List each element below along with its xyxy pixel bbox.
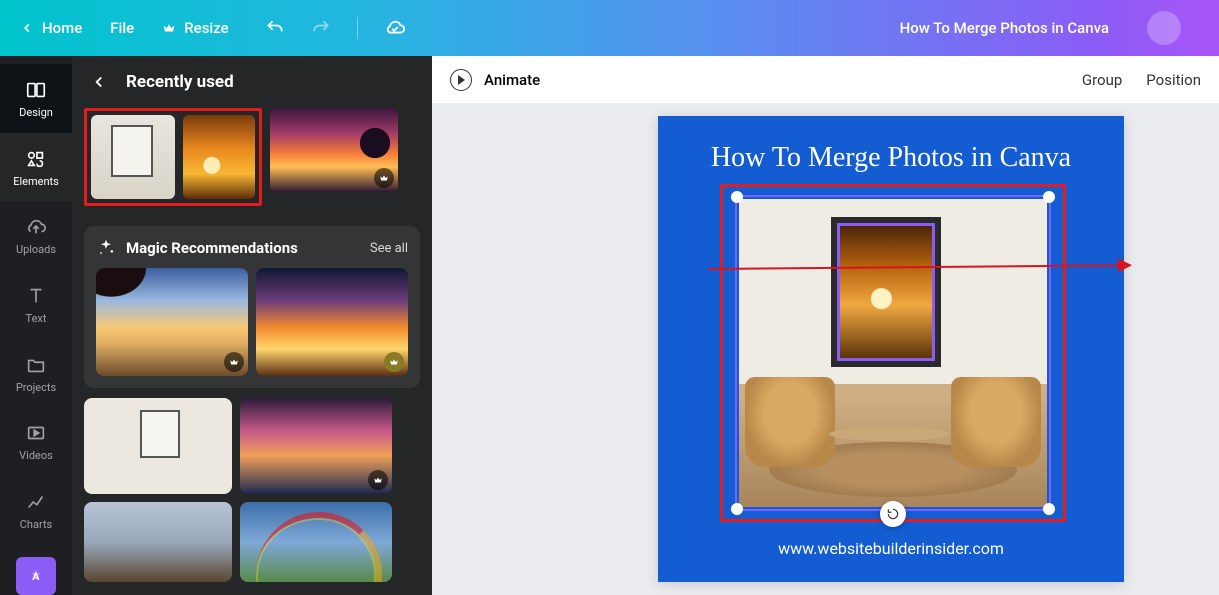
group-button[interactable]: Group [1082,71,1122,89]
home-button[interactable]: Home [20,19,82,37]
panel-back-button[interactable] [90,73,108,91]
top-bar: Home File Resize How To Merge Photos in … [0,0,1219,56]
selection-bounds[interactable] [735,195,1051,511]
nav-more[interactable]: A [16,557,56,595]
chair-graphic [745,377,835,467]
magic-title: Magic Recommendations [126,239,298,257]
nav-projects[interactable]: Projects [0,339,72,408]
undo-button[interactable] [265,18,285,38]
see-all-link[interactable]: See all [370,241,408,256]
svg-text:A: A [32,570,40,583]
divider [357,17,358,39]
chevron-left-icon [20,21,34,35]
resize-handle-bl[interactable] [731,503,743,515]
selection-highlight [720,184,1066,522]
table-graphic [829,427,949,477]
canvas-title-text[interactable]: How To Merge Photos in Canva [658,116,1124,174]
elements-panel: Recently used Magic Recommendations [72,56,432,595]
canvas-area: Animate Group Position How To Merge Phot… [432,56,1219,595]
resize-handle-br[interactable] [1043,503,1055,515]
resize-handle-tr[interactable] [1043,191,1055,203]
grid-thumb-pier[interactable] [240,398,392,494]
side-nav: Design Elements Uploads Text Projects [0,56,72,595]
chair-graphic [951,377,1041,467]
text-icon [24,284,48,308]
uploads-icon [24,215,48,239]
nav-text[interactable]: Text [0,270,72,339]
canvas-url-text[interactable]: www.websitebuilderinsider.com [658,539,1124,558]
nav-projects-label: Projects [16,381,56,394]
magic-thumb-palm[interactable] [256,268,408,376]
avatar[interactable] [1147,11,1181,45]
resize-menu[interactable]: Resize [162,19,228,37]
nav-elements[interactable]: Elements [0,133,72,202]
nav-design[interactable]: Design [0,64,72,133]
nav-uploads-label: Uploads [16,243,56,256]
pro-badge-icon [224,352,244,372]
file-label: File [110,19,134,37]
videos-icon [24,421,48,445]
grid-thumb-dock[interactable] [84,502,232,582]
document-title[interactable]: How To Merge Photos in Canva [900,19,1109,37]
nav-charts-label: Charts [20,518,52,531]
thumbnail-sunset-grass[interactable] [183,115,255,199]
design-icon [24,78,48,102]
pro-badge-icon [368,470,388,490]
frame-inner-image [837,223,935,361]
resize-handle-tl[interactable] [731,191,743,203]
nav-text-label: Text [26,312,47,325]
grid-thumb-room[interactable] [84,398,232,494]
rotate-handle[interactable] [880,501,906,527]
position-button[interactable]: Position [1146,71,1201,89]
nav-design-label: Design [19,106,53,119]
selected-thumbnails-highlight [84,108,262,206]
resize-label: Resize [184,19,228,37]
animate-button[interactable]: Animate [484,71,540,89]
cloud-sync-icon[interactable] [384,17,406,39]
thumbnail-palm-sunset[interactable] [270,108,398,192]
file-menu[interactable]: File [110,19,134,37]
animate-icon [450,69,472,91]
nav-elements-label: Elements [13,175,59,188]
nav-charts[interactable]: Charts [0,476,72,545]
magic-thumb-beach[interactable] [96,268,248,376]
home-label: Home [42,19,82,37]
pro-badge-icon [384,352,404,372]
nav-videos[interactable]: Videos [0,407,72,476]
charts-icon [24,490,48,514]
grid-thumb-rainbow[interactable] [240,502,392,582]
thumbnail-room[interactable] [91,115,175,199]
pro-badge-icon [374,168,394,188]
picture-frame[interactable] [831,217,941,367]
magic-recommendations: Magic Recommendations See all [84,226,420,388]
sparkle-icon [96,238,116,258]
nav-uploads[interactable]: Uploads [0,201,72,270]
crown-icon [162,21,176,35]
nav-videos-label: Videos [19,449,53,462]
elements-icon [24,147,48,171]
projects-icon [24,353,48,377]
merged-image[interactable] [739,199,1047,507]
redo-button[interactable] [311,18,331,38]
panel-title: Recently used [126,72,234,92]
canvas-toolbar: Animate Group Position [432,56,1219,104]
